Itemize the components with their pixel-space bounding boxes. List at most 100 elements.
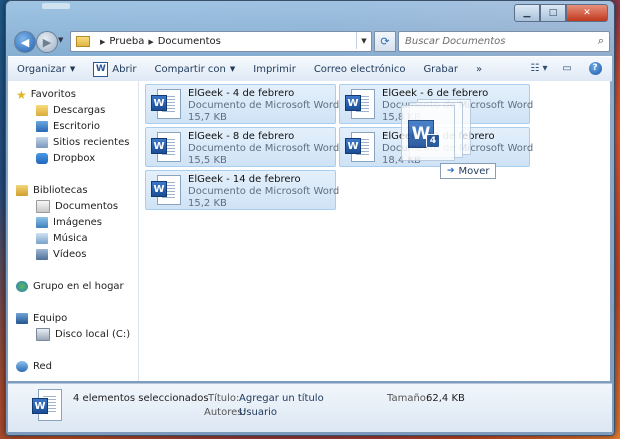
email-label: Correo electrónico	[313, 63, 406, 75]
file-name: ElGeek - 8 de febrero	[188, 131, 295, 142]
file-name: ElGeek - 4 de febrero	[188, 88, 295, 99]
sidebar-item-label: Red	[33, 361, 52, 372]
word-document-icon: W	[30, 389, 62, 425]
sidebar-item-dropbox[interactable]: Dropbox	[36, 151, 95, 166]
file-tile[interactable]: W ElGeek - 14 de febrero Documento de Mi…	[145, 170, 339, 210]
address-bar[interactable]: ▶ Prueba ▶ Documentos ▼	[70, 31, 372, 52]
explorer-window: ▁ □ ✕ ◀ ▶ ▼ ▶ Prueba ▶ Documentos ▼ ⟳ ⌕ …	[5, 0, 615, 436]
preview-pane-icon[interactable]: ▭	[558, 59, 576, 77]
word-icon: W	[93, 61, 109, 77]
recent-pages-dropdown-icon[interactable]: ▼	[58, 36, 63, 44]
sidebar-item-desktop[interactable]: Escritorio	[36, 119, 100, 134]
sidebar-item-videos[interactable]: Vídeos	[36, 247, 86, 262]
recent-places-icon	[36, 137, 48, 148]
word-document-icon: W	[151, 89, 181, 119]
organize-label: Organizar	[17, 63, 66, 75]
size-label: Tamaño:	[387, 393, 430, 404]
file-size: 15,2 KB	[188, 198, 227, 209]
share-label: Compartir con	[154, 63, 226, 75]
close-button[interactable]: ✕	[566, 4, 608, 22]
chevron-right-icon[interactable]: ▶	[148, 38, 153, 46]
change-view-icon[interactable]: ☷ ▾	[530, 59, 548, 77]
homegroup-icon	[16, 281, 28, 292]
selection-count: 4 elementos seleccionados	[73, 393, 209, 404]
title-label: Título:	[208, 393, 240, 404]
search-box[interactable]: ⌕	[398, 31, 610, 52]
word-document-icon: W	[345, 132, 375, 162]
sidebar-item-homegroup[interactable]: Grupo en el hogar	[16, 279, 124, 294]
sidebar-item-images[interactable]: Imágenes	[36, 215, 102, 230]
print-label: Imprimir	[253, 63, 296, 75]
view-controls: ☷ ▾ ▭ ?	[520, 59, 604, 77]
size-value: 62,4 KB	[426, 393, 465, 404]
word-document-icon: W	[345, 89, 375, 119]
computer-icon	[16, 313, 28, 324]
burn-label: Grabar	[423, 63, 459, 75]
sidebar-item-label: Disco local (C:)	[55, 329, 131, 340]
more-commands-button[interactable]: »	[467, 58, 491, 80]
breadcrumb-prueba[interactable]: Prueba	[109, 36, 144, 47]
open-button[interactable]: W Abrir	[84, 58, 145, 80]
sidebar-item-label: Dropbox	[53, 153, 96, 164]
drag-preview: W 4	[401, 99, 471, 161]
share-button[interactable]: Compartir con ▼	[145, 58, 244, 80]
pictures-library-icon	[36, 217, 48, 228]
file-type: Documento de Microsoft Word	[188, 143, 340, 154]
more-label: »	[476, 63, 483, 75]
chevron-down-icon: ▼	[69, 65, 76, 73]
file-size: 15,5 KB	[188, 155, 227, 166]
documents-library-icon	[36, 200, 50, 213]
organize-button[interactable]: Organizar ▼	[8, 58, 84, 80]
help-icon[interactable]: ?	[586, 59, 604, 77]
sidebar-item-music[interactable]: Música	[36, 231, 88, 246]
authors-value[interactable]: Usuario	[239, 407, 277, 418]
sidebar-item-label: Sitios recientes	[53, 137, 130, 148]
file-tile[interactable]: W ElGeek - 4 de febrero Documento de Mic…	[145, 84, 340, 124]
star-icon: ★	[16, 87, 27, 102]
minimize-button[interactable]: ▁	[514, 4, 540, 22]
sidebar-item-label: Bibliotecas	[33, 185, 88, 196]
sidebar-item-documents[interactable]: Documentos	[36, 199, 118, 214]
breadcrumb-documentos[interactable]: Documentos	[158, 36, 221, 47]
refresh-button[interactable]: ⟳	[374, 31, 396, 52]
word-document-icon: W	[151, 175, 181, 205]
sidebar-item-label: Escritorio	[53, 121, 100, 132]
sidebar-item-recent[interactable]: Sitios recientes	[36, 135, 129, 150]
burn-button[interactable]: Grabar	[414, 58, 467, 80]
videos-library-icon	[36, 249, 48, 260]
file-type: Documento de Microsoft Word	[188, 100, 340, 111]
caption-buttons: ▁ □ ✕	[514, 4, 608, 22]
chevron-right-icon[interactable]: ▶	[100, 38, 105, 46]
title-value[interactable]: Agregar un título	[239, 393, 324, 404]
sidebar-item-computer[interactable]: Equipo	[16, 311, 67, 326]
sidebar-item-label: Favoritos	[30, 89, 76, 100]
music-library-icon	[36, 233, 48, 244]
navigation-pane: ★ Favoritos Descargas Escritorio Sitios …	[8, 81, 139, 381]
forward-button[interactable]: ▶	[36, 31, 58, 53]
print-button[interactable]: Imprimir	[244, 58, 305, 80]
window-icon	[42, 3, 70, 9]
hard-drive-icon	[36, 328, 50, 341]
sidebar-item-label: Equipo	[33, 313, 68, 324]
sidebar-item-network[interactable]: Red	[16, 359, 52, 374]
drag-tooltip: ➔ Mover	[440, 163, 497, 179]
sidebar-item-label: Grupo en el hogar	[33, 281, 124, 292]
sidebar-item-downloads[interactable]: Descargas	[36, 103, 105, 118]
chevron-down-icon: ▼	[229, 65, 236, 73]
sidebar-item-favorites[interactable]: ★ Favoritos	[16, 87, 76, 102]
sidebar-item-libraries[interactable]: Bibliotecas	[16, 183, 88, 198]
search-input[interactable]	[403, 32, 587, 51]
search-icon[interactable]: ⌕	[598, 34, 604, 48]
maximize-button[interactable]: □	[540, 4, 566, 22]
network-icon	[16, 361, 28, 372]
sidebar-item-label: Vídeos	[53, 249, 87, 260]
back-button[interactable]: ◀	[14, 31, 36, 53]
address-dropdown-icon[interactable]: ▼	[356, 32, 371, 49]
file-tile[interactable]: W ElGeek - 8 de febrero Documento de Mic…	[145, 127, 340, 167]
move-arrow-icon: ➔	[447, 166, 455, 176]
sidebar-item-label: Imágenes	[53, 217, 103, 228]
sidebar-item-local-disk[interactable]: Disco local (C:)	[36, 327, 130, 342]
file-size: 15,7 KB	[188, 112, 227, 123]
details-pane: W 4 elementos seleccionados Título: Agre…	[8, 383, 612, 432]
email-button[interactable]: Correo electrónico	[305, 58, 415, 80]
